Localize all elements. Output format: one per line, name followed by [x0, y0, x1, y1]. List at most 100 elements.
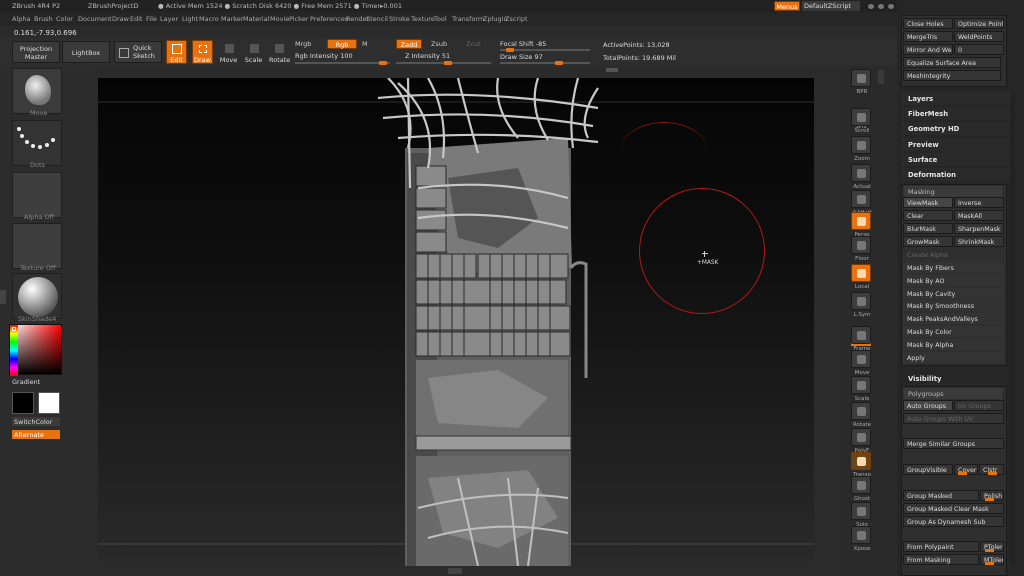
rgb-intensity-slider[interactable]: Rgb Intensity 100 — [295, 53, 353, 60]
slider-knob[interactable] — [985, 498, 994, 501]
menu-draw[interactable]: Draw — [112, 16, 129, 23]
main-color-swatch[interactable] — [12, 392, 34, 414]
tool-persp-button[interactable] — [851, 212, 871, 230]
merge-similar-groups-button[interactable]: Merge Similar Groups — [903, 438, 1004, 449]
mask-inverse[interactable]: Inverse — [954, 197, 1004, 208]
right-tray-handle[interactable] — [878, 70, 884, 84]
quick-sketch-button[interactable]: Quick Sketch — [114, 41, 162, 63]
mask-maskall[interactable]: MaskAll — [954, 210, 1004, 221]
group-visible-button[interactable]: GroupVisible — [903, 464, 953, 475]
tray-mask-by-smoothness[interactable]: Mask By Smoothness — [903, 300, 1004, 312]
menu-texture[interactable]: Texture — [411, 16, 435, 23]
hue-strip[interactable] — [10, 325, 18, 376]
tray-button-weldpoints[interactable]: WeldPoints — [954, 31, 1004, 42]
tool-polyf-button[interactable] — [851, 428, 871, 446]
zcut-toggle[interactable]: Zcut — [466, 41, 481, 48]
tray-apply[interactable]: Apply — [903, 351, 1004, 363]
bottom-tray-handle[interactable] — [448, 568, 462, 574]
tool-scale-button[interactable] — [851, 376, 871, 394]
stroke-thumbnail[interactable] — [12, 120, 62, 166]
texture-thumbnail[interactable] — [12, 223, 62, 269]
menu-material[interactable]: Material — [243, 16, 269, 23]
tool-actual-button[interactable] — [851, 164, 871, 182]
tool-ghost-button[interactable] — [851, 476, 871, 494]
color-picker[interactable] — [9, 324, 62, 376]
tray-button-optimize-points[interactable]: Optimize Points — [954, 18, 1004, 29]
slider-knob[interactable] — [958, 472, 967, 475]
rgb-toggle[interactable]: Rgb — [327, 39, 357, 49]
gradient-toggle[interactable]: Gradient — [12, 379, 40, 386]
menu-brush[interactable]: Brush — [34, 16, 53, 23]
tray-section-layers[interactable]: Layers — [901, 92, 1011, 105]
create-alpha-button[interactable]: Create Alpha — [903, 249, 1003, 260]
edit-button[interactable]: Edit — [166, 40, 187, 64]
move-button[interactable]: Move — [218, 40, 239, 64]
slider-knob[interactable] — [985, 562, 994, 565]
m-toggle[interactable]: M — [362, 41, 368, 48]
menu-transform[interactable]: Transform — [452, 16, 484, 23]
tray-button-mirror-weld-value[interactable]: 0 — [954, 44, 1004, 55]
menu-document[interactable]: Document — [78, 16, 112, 23]
maximize-icon[interactable] — [878, 4, 884, 9]
menu-marker[interactable]: Marker — [221, 16, 243, 23]
close-icon[interactable] — [888, 4, 894, 9]
tray-button-mirror-and-weld[interactable]: Mirror And Weld — [903, 44, 953, 55]
mrgb-toggle[interactable]: Mrgb — [295, 41, 311, 48]
menu-zplugin[interactable]: Zplugin — [483, 16, 508, 23]
tray-mask-by-alpha[interactable]: Mask By Alpha — [903, 338, 1004, 350]
tool-zoom-button[interactable] — [851, 136, 871, 154]
zadd-toggle[interactable]: Zadd — [396, 39, 422, 49]
mask-viewmask[interactable]: ViewMask — [903, 197, 953, 208]
menu-picker[interactable]: Picker — [289, 16, 308, 23]
rgb-intensity-track[interactable] — [295, 61, 390, 65]
tool-frame-button[interactable] — [851, 326, 871, 344]
focal-shift-track[interactable] — [500, 48, 590, 52]
masking-header[interactable]: Masking — [904, 186, 1002, 197]
menu-alpha[interactable]: Alpha — [12, 16, 30, 23]
tray-section-preview[interactable]: Preview — [901, 138, 1011, 151]
tool-rotate-button[interactable] — [851, 402, 871, 420]
tool-lsym-button[interactable] — [851, 292, 871, 310]
tool-floor-button[interactable] — [851, 236, 871, 254]
secondary-color-swatch[interactable] — [38, 392, 60, 414]
z-intensity-slider[interactable]: Z Intensity 51 — [405, 53, 450, 60]
auto-groups-with-uv-button[interactable]: Auto Groups With UV — [903, 413, 1004, 424]
from-polypaint-button[interactable]: From Polypaint — [903, 541, 979, 552]
tray-mask-by-fibers[interactable]: Mask By Fibers — [903, 262, 1004, 273]
switch-color-button[interactable]: SwitchColor — [12, 417, 60, 426]
mask-blurmask[interactable]: BlurMask — [903, 223, 953, 234]
hue-marker[interactable] — [12, 327, 16, 331]
tray-section-surface[interactable]: Surface — [901, 153, 1011, 166]
tool-move-button[interactable] — [851, 350, 871, 368]
menu-file[interactable]: File — [146, 16, 157, 23]
tray-mask-by-cavity[interactable]: Mask By Cavity — [903, 287, 1004, 299]
scale-button[interactable]: Scale — [243, 40, 264, 64]
menus-button[interactable]: Menus — [774, 1, 800, 11]
tray-section-visibility[interactable]: Visibility — [901, 372, 1011, 385]
tool-scroll-button[interactable] — [851, 108, 871, 126]
brush-thumbnail[interactable] — [12, 68, 62, 114]
alpha-thumbnail[interactable] — [12, 172, 62, 218]
mask-sharpenmask[interactable]: SharpenMask — [954, 223, 1004, 234]
menu-color[interactable]: Color — [56, 16, 73, 23]
tool-xpose-button[interactable] — [851, 526, 871, 544]
group-masked-button[interactable]: Group Masked — [903, 490, 979, 501]
mask-shrinkmask[interactable]: ShrinkMask — [954, 236, 1004, 247]
tray-section-geometry-hd[interactable]: Geometry HD — [901, 122, 1011, 135]
polygroups-header[interactable]: Polygroups — [904, 388, 1002, 399]
left-tray-handle[interactable] — [0, 290, 6, 304]
menu-macro[interactable]: Macro — [199, 16, 219, 23]
group-masked-clear-mask-button[interactable]: Group Masked Clear Mask — [903, 503, 1004, 514]
default-zscript-button[interactable]: DefaultZScript — [802, 1, 860, 11]
rotate-button[interactable]: Rotate — [268, 40, 290, 64]
draw-size-slider[interactable]: Draw Size 97 — [500, 54, 543, 61]
menu-zscript[interactable]: Zscript — [505, 16, 528, 23]
window-controls[interactable] — [866, 2, 896, 10]
tool-transp-button[interactable] — [851, 452, 871, 470]
tray-mask-by-color[interactable]: Mask By Color — [903, 326, 1004, 337]
uv-groups-button[interactable]: Uv Groups — [954, 400, 1004, 411]
tray-button-equalize-surface-area[interactable]: Equalize Surface Area — [903, 57, 1001, 68]
auto-groups-button[interactable]: Auto Groups — [903, 400, 953, 411]
menu-stroke[interactable]: Stroke — [389, 16, 410, 23]
draw-size-track[interactable] — [500, 61, 590, 65]
